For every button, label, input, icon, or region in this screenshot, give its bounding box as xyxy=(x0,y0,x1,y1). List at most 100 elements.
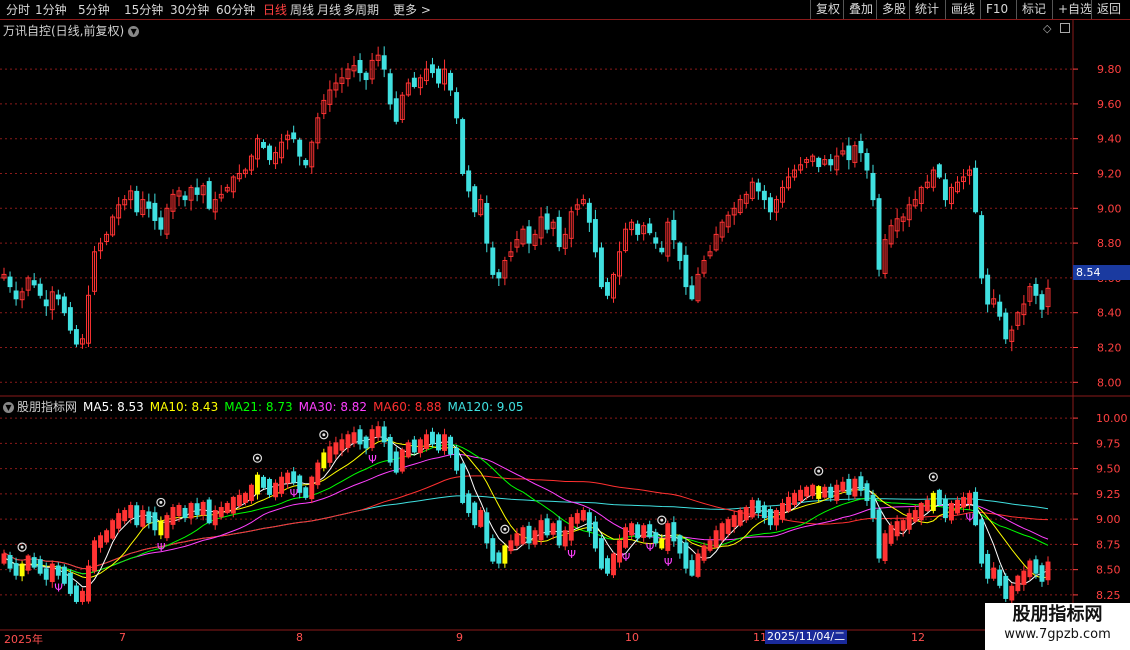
ind-bar-35 xyxy=(212,510,218,526)
candle-body-44 xyxy=(267,145,272,161)
ind-bar-134 xyxy=(810,484,816,496)
candle-body-81 xyxy=(490,247,496,275)
ind-bar-62 xyxy=(375,426,381,438)
ind-bar-133 xyxy=(804,486,810,497)
ind-bar-137 xyxy=(828,486,834,498)
ind-bar-146 xyxy=(882,533,888,562)
ind-bar-72 xyxy=(436,434,441,451)
ind-bar-4 xyxy=(25,555,31,571)
ma10-line xyxy=(3,439,1049,579)
ind-bar-60 xyxy=(363,436,369,449)
candle-body-68 xyxy=(411,77,417,87)
signal-dot-0 xyxy=(20,545,24,549)
ind-bar-38 xyxy=(230,496,236,514)
ind-bar-171 xyxy=(1033,559,1039,574)
indicator-legend[interactable]: ▼ 股朋指标网 MA5: 8.53 MA10: 8.43 MA21: 8.73 MA30:… xyxy=(3,398,530,415)
ind-bar-149 xyxy=(900,520,906,531)
candle-body-165 xyxy=(997,301,1003,317)
ind-bar-71 xyxy=(430,431,435,445)
ind-bar-112 xyxy=(677,535,683,554)
candle-body-111 xyxy=(671,219,677,241)
ind-bar-18 xyxy=(110,520,116,539)
ind-bar-128 xyxy=(773,510,779,526)
ind-bar-76 xyxy=(460,463,466,503)
ind-bar-91 xyxy=(550,523,556,535)
chart-canvas[interactable]: 9.809.609.409.209.008.808.608.408.208.00… xyxy=(0,0,1130,650)
ind-bar-122 xyxy=(737,510,743,526)
date-label-3: 9 xyxy=(456,631,463,644)
ind-bar-24 xyxy=(146,511,152,524)
date-label-1: 7 xyxy=(119,631,126,644)
ind-bar-121 xyxy=(731,515,737,528)
ind-bar-70 xyxy=(423,434,429,450)
ind-bar-26 xyxy=(158,520,164,536)
ma30-line xyxy=(3,453,1049,575)
main-tick-label-8: 8.20 xyxy=(1097,342,1122,355)
ind-bar-109 xyxy=(659,538,665,549)
signal-dot-4 xyxy=(503,527,507,531)
chevron-down-icon[interactable]: ▼ xyxy=(3,402,14,413)
date-label-4: 10 xyxy=(625,631,639,644)
ind-bar-43 xyxy=(261,476,266,488)
ind-bar-44 xyxy=(267,478,272,495)
ind-bar-42 xyxy=(254,474,260,495)
ind-bar-167 xyxy=(1009,585,1015,601)
ind-bar-80 xyxy=(484,512,490,544)
ind-bar-75 xyxy=(454,447,460,471)
ind-bar-156 xyxy=(942,498,948,519)
ind-bar-84 xyxy=(508,540,514,552)
ind-bar-123 xyxy=(743,507,749,521)
signal-psi-7: Ψ xyxy=(664,556,673,569)
candle-body-26 xyxy=(158,217,164,230)
ind-bar-124 xyxy=(749,499,755,518)
candle-body-6 xyxy=(37,283,43,296)
ind-bar-8 xyxy=(49,563,55,583)
ind-bar-141 xyxy=(852,478,858,497)
candle-body-7 xyxy=(43,299,49,307)
main-tick-label-9: 8.00 xyxy=(1097,376,1122,389)
ind-bar-144 xyxy=(870,494,876,519)
ind-bar-68 xyxy=(411,439,417,453)
ind-bar-40 xyxy=(242,492,248,504)
candle-body-97 xyxy=(586,202,592,223)
ind-bar-31 xyxy=(188,502,194,519)
candle-body-25 xyxy=(152,202,158,221)
ind-bar-65 xyxy=(393,451,399,473)
ind-bar-172 xyxy=(1039,565,1045,582)
signal-psi-4: Ψ xyxy=(567,548,576,561)
ind-bar-12 xyxy=(73,585,79,602)
ind-bar-56 xyxy=(339,439,345,451)
candle-body-80 xyxy=(484,202,490,244)
candle-body-162 xyxy=(979,215,985,279)
ind-tick-label-3: 9.25 xyxy=(1096,488,1121,501)
ind-bar-162 xyxy=(979,519,985,564)
date-label-2: 8 xyxy=(296,631,303,644)
main-tick-label-0: 9.80 xyxy=(1097,63,1122,76)
watermark-title: 股朋指标网 xyxy=(1012,604,1103,625)
candle-body-9 xyxy=(55,294,61,300)
ind-bar-92 xyxy=(556,520,562,546)
candle-body-137 xyxy=(828,159,834,166)
ind-bar-107 xyxy=(647,524,653,538)
ind-bar-130 xyxy=(786,496,791,512)
ind-bar-33 xyxy=(200,501,206,516)
ind-bar-142 xyxy=(858,476,864,491)
ind-bar-74 xyxy=(448,436,454,455)
ind-bar-50 xyxy=(303,487,309,498)
ind-bar-7 xyxy=(43,568,49,580)
ind-bar-170 xyxy=(1027,560,1033,578)
ind-bar-138 xyxy=(834,484,840,501)
candle-body-1 xyxy=(7,276,13,288)
ind-bar-166 xyxy=(1003,575,1009,599)
ind-bar-169 xyxy=(1021,570,1027,585)
ind-bar-97 xyxy=(586,512,592,532)
candle-body-100 xyxy=(605,282,610,296)
ind-bar-148 xyxy=(894,521,900,537)
candle-body-32 xyxy=(194,187,200,195)
ind-bar-132 xyxy=(798,489,804,501)
date-label-6: 12 xyxy=(911,631,925,644)
candle-body-156 xyxy=(942,179,948,201)
ind-bar-6 xyxy=(37,559,43,574)
ind-tick-label-6: 8.50 xyxy=(1096,564,1121,577)
ind-bar-9 xyxy=(55,565,61,576)
